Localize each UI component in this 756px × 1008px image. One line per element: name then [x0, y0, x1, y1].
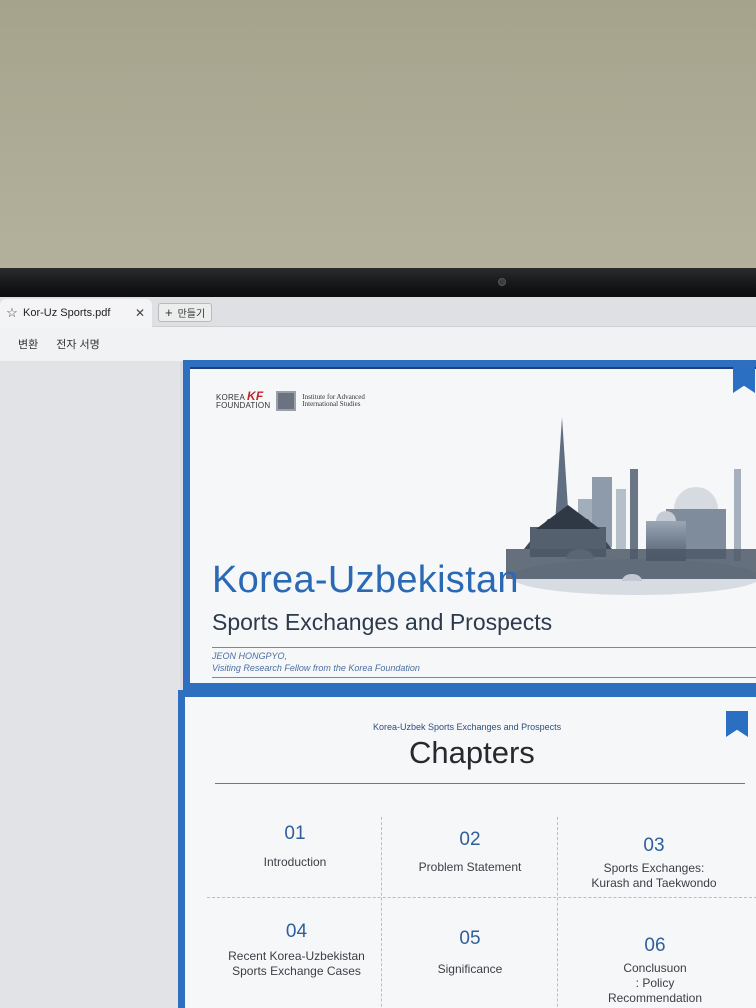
- chapter-label: Significance: [437, 962, 503, 976]
- author-block: JEON HONGPYO, Visiting Research Fellow f…: [212, 650, 420, 674]
- slide-cover-inner: KOREA KF FOUNDATION Institute for Advanc…: [190, 367, 756, 683]
- korea-foundation-logo: KOREA KF FOUNDATION: [216, 390, 271, 410]
- monitor-bezel: [0, 268, 756, 298]
- slide-chapters: Korea-Uzbek Sports Exchanges and Prospec…: [178, 690, 756, 1008]
- slide-kicker: Korea-Uzbek Sports Exchanges and Prospec…: [373, 722, 562, 732]
- kf-logo-line2: FOUNDATION: [216, 401, 271, 410]
- skyline-illustration: [506, 417, 756, 595]
- chapter-number: 04: [285, 921, 308, 942]
- tab-title: Kor-Uz Sports.pdf: [23, 307, 111, 319]
- bookmark-ribbon: [726, 711, 748, 737]
- grid-line: [557, 817, 558, 1008]
- chapter-label: Problem Statement: [418, 860, 522, 874]
- logo-bar: KOREA KF FOUNDATION Institute for Advanc…: [216, 390, 365, 411]
- chapter-item[interactable]: 01 Introduction: [225, 823, 365, 870]
- chapter-number: 02: [459, 829, 481, 850]
- chapter-number: 05: [459, 928, 481, 949]
- grid-line: [207, 897, 756, 898]
- chapter-label: Sports Exchanges: Kurash and Taekwondo: [591, 861, 717, 890]
- convert-button[interactable]: 변환: [18, 336, 38, 352]
- chapter-label: Recent Korea-Uzbekistan Sports Exchange …: [228, 949, 365, 978]
- cover-title: Korea-Uzbekistan: [212, 559, 519, 601]
- chapter-item[interactable]: 02 Problem Statement: [395, 829, 545, 875]
- webcam: [498, 278, 506, 286]
- chapter-label: Conclusuon : Policy Recommendation: [607, 961, 703, 1005]
- tab-bar: ☆ Kor-Uz Sports.pdf ✕ + 만들기: [0, 297, 756, 327]
- iais-emblem-icon: [276, 391, 297, 411]
- chapter-number: 06: [644, 935, 666, 956]
- tab-document[interactable]: ☆ Kor-Uz Sports.pdf ✕: [0, 299, 152, 327]
- iais-logo-line2: International Studies: [302, 400, 361, 408]
- bookmark-ribbon: [733, 367, 755, 393]
- chapter-item[interactable]: 06 Conclusuon : Policy Recommendation: [575, 935, 735, 1006]
- author-name: JEON HONGPYO,: [212, 651, 288, 661]
- cover-subtitle: Sports Exchanges and Prospects: [212, 609, 553, 635]
- e-sign-button[interactable]: 전자 서명: [56, 336, 100, 352]
- divider: [212, 677, 756, 678]
- chapter-label: Introduction: [263, 855, 327, 869]
- star-icon[interactable]: ☆: [4, 305, 20, 321]
- chapter-item[interactable]: 03 Sports Exchanges: Kurash and Taekwond…: [569, 835, 739, 891]
- background-wall: [0, 0, 756, 270]
- chapters-heading: Chapters: [409, 735, 535, 770]
- divider: [212, 647, 756, 648]
- chapter-number: 03: [643, 835, 665, 856]
- plus-icon: +: [165, 305, 173, 320]
- slide-cover: KOREA KF FOUNDATION Institute for Advanc…: [183, 360, 756, 690]
- left-panel: [0, 361, 180, 1008]
- close-icon[interactable]: ✕: [132, 306, 148, 320]
- chapter-item[interactable]: 05 Significance: [395, 928, 545, 977]
- iais-logo: Institute for Advanced International Stu…: [302, 393, 365, 409]
- chapter-item[interactable]: 04 Recent Korea-Uzbekistan Sports Exchan…: [219, 921, 374, 979]
- grid-line: [381, 817, 382, 1008]
- toolbar: 변환 전자 서명: [0, 327, 756, 361]
- author-role: Visiting Research Fellow from the Korea …: [212, 663, 420, 673]
- chapter-number: 01: [284, 823, 306, 844]
- new-tab-label: 만들기: [177, 309, 206, 320]
- divider: [215, 783, 745, 784]
- new-tab-button[interactable]: + 만들기: [158, 303, 213, 322]
